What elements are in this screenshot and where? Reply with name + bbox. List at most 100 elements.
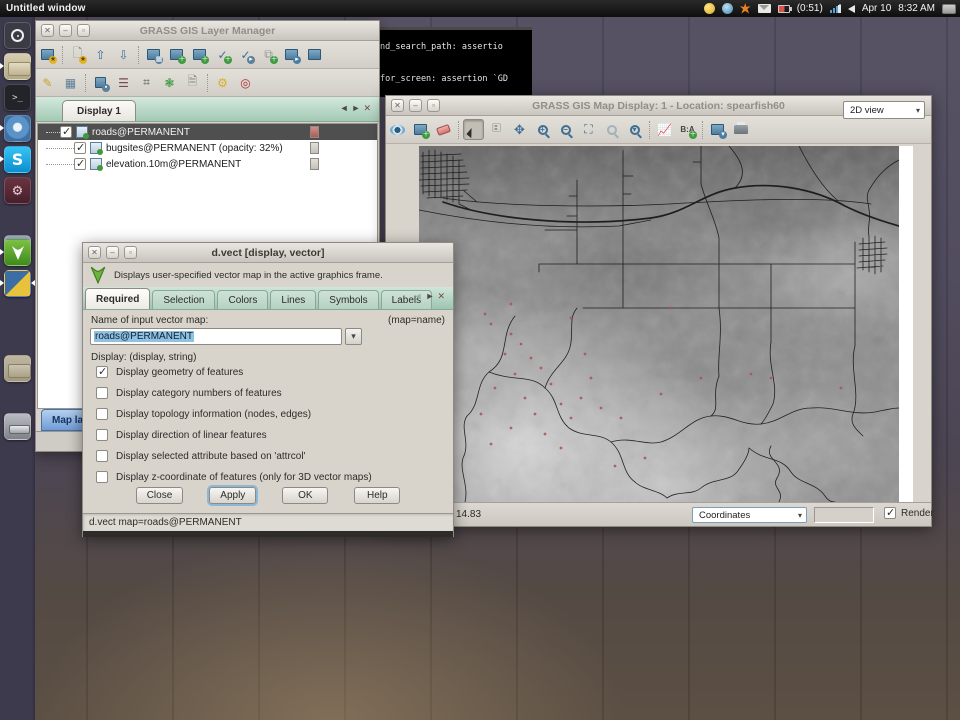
apply-button[interactable]: Apply <box>209 487 256 504</box>
checkbox-topology[interactable] <box>96 408 108 420</box>
add-multiple-layers-icon[interactable]: ▦ <box>143 44 164 65</box>
display-map-icon[interactable] <box>387 119 408 140</box>
view-mode-select[interactable]: 2D view ▾ <box>843 101 925 119</box>
grass-gis-launcher[interactable] <box>4 239 31 266</box>
tab-display-1[interactable]: Display 1 <box>62 100 136 121</box>
graphical-modeler-icon[interactable]: ❃ <box>159 72 180 93</box>
tab-close-icon[interactable]: ✕ <box>437 291 448 301</box>
tab-selection[interactable]: Selection <box>152 290 215 309</box>
tab-next-icon[interactable]: ► <box>352 103 364 113</box>
checkbox-direction[interactable] <box>96 429 108 441</box>
erase-icon[interactable] <box>433 119 454 140</box>
add-text-icon[interactable]: B:A＋ <box>677 119 698 140</box>
maximize-icon[interactable]: ▫ <box>427 99 440 112</box>
clock-icon[interactable] <box>704 3 715 14</box>
zoom-last-icon[interactable] <box>601 119 622 140</box>
dvect-titlebar[interactable]: d.vect [display, vector] ✕ ‒ ▫ <box>83 243 453 263</box>
load-map-icon[interactable]: ⇧ <box>90 44 111 65</box>
open-workspace-icon[interactable]: 🗋★ <box>67 44 88 65</box>
new-workspace-icon[interactable]: ★ <box>37 44 58 65</box>
panel-date[interactable]: Apr 10 <box>862 3 891 14</box>
disk-utility-launcher[interactable] <box>4 413 31 440</box>
tab-colors[interactable]: Colors <box>217 290 268 309</box>
minimize-icon[interactable]: ‒ <box>409 99 422 112</box>
combo-dropdown-icon[interactable]: ▾ <box>345 328 362 345</box>
zoom-out-icon[interactable]: − <box>555 119 576 140</box>
pointer-icon[interactable] <box>463 119 484 140</box>
tab-close-icon[interactable]: ✕ <box>363 103 374 113</box>
close-icon[interactable]: ✕ <box>391 99 404 112</box>
notification-star-icon[interactable] <box>740 3 751 14</box>
checkbox-category[interactable] <box>96 387 108 399</box>
script-icon[interactable]: 🗎 <box>182 72 203 93</box>
volume-icon[interactable] <box>848 5 855 13</box>
layer-checkbox[interactable] <box>60 126 72 138</box>
files-launcher[interactable] <box>4 53 31 80</box>
help-button[interactable]: Help <box>354 487 400 504</box>
checkbox-attribute[interactable] <box>96 450 108 462</box>
layer-row-roads[interactable]: roads@PERMANENT <box>38 124 377 140</box>
analyze-icon[interactable]: 📈 <box>654 119 675 140</box>
save-display-icon[interactable]: ▾ <box>707 119 728 140</box>
map-input-combo[interactable]: roads@PERMANENT <box>90 328 342 345</box>
ok-button[interactable]: OK <box>282 487 328 504</box>
panel-time[interactable]: 8:32 AM <box>898 3 935 14</box>
add-group-icon[interactable]: ⧉＋ <box>258 44 279 65</box>
minimize-icon[interactable]: ‒ <box>106 246 119 259</box>
layer-checkbox[interactable] <box>74 142 86 154</box>
checkbox-zcoord[interactable] <box>96 471 108 483</box>
skype-launcher[interactable]: S <box>4 146 31 173</box>
add-raster-misc-icon[interactable]: ＋ <box>189 44 210 65</box>
close-icon[interactable]: ✕ <box>41 24 54 37</box>
raster-calculator-icon[interactable]: ▪ <box>90 72 111 93</box>
network-icon[interactable] <box>722 3 733 14</box>
print-icon[interactable] <box>730 119 751 140</box>
add-raster-layer-icon[interactable]: ＋ <box>166 44 187 65</box>
system-tool-launcher[interactable]: ⚙ <box>4 177 31 204</box>
terminal-window[interactable]: nd_search_path: assertio for_screen: ass… <box>380 27 532 97</box>
python-launcher[interactable] <box>4 270 31 297</box>
add-vector-layer-icon[interactable]: ✓＋ <box>212 44 233 65</box>
zoom-options-icon[interactable]: ▾ <box>624 119 645 140</box>
folder-launcher[interactable] <box>4 355 31 382</box>
tab-lines[interactable]: Lines <box>270 290 316 309</box>
tab-symbols[interactable]: Symbols <box>318 290 378 309</box>
maximize-icon[interactable]: ▫ <box>77 24 90 37</box>
layer-checkbox[interactable] <box>74 158 86 170</box>
layer-manager-titlebar[interactable]: GRASS GIS Layer Manager ✕ ‒ ▫ <box>36 21 379 41</box>
tab-required[interactable]: Required <box>85 288 150 309</box>
edit-vector-icon[interactable]: ✎ <box>37 72 58 93</box>
tab-next-icon[interactable]: ► <box>426 291 438 301</box>
render-toggle[interactable]: Render <box>884 507 934 519</box>
mail-icon[interactable] <box>758 4 771 13</box>
layer-row-button[interactable] <box>310 142 319 154</box>
save-workspace-icon[interactable]: ⇩ <box>113 44 134 65</box>
map-canvas[interactable] <box>419 146 913 504</box>
modeler-icon[interactable]: ☰ <box>113 72 134 93</box>
layer-row-button[interactable] <box>310 158 319 170</box>
pan-icon[interactable]: ✥ <box>509 119 530 140</box>
layer-row-bugsites[interactable]: bugsites@PERMANENT (opacity: 32%) <box>38 140 377 156</box>
chromium-launcher[interactable] <box>4 115 31 142</box>
dash-home-button[interactable] <box>4 22 31 49</box>
remove-layer-icon[interactable] <box>304 44 325 65</box>
settings-gear-icon[interactable]: ⚙ <box>212 72 233 93</box>
tab-prev-icon[interactable]: ◄ <box>414 291 426 301</box>
maximize-icon[interactable]: ▫ <box>124 246 137 259</box>
terminal-launcher[interactable]: >_ <box>4 84 31 111</box>
checkbox-geometry[interactable] <box>96 366 108 378</box>
statusbar-mode-select[interactable]: Coordinates ▾ <box>692 507 807 523</box>
close-icon[interactable]: ✕ <box>88 246 101 259</box>
zoom-extent-icon[interactable]: ⛶ <box>578 119 599 140</box>
zoom-in-icon[interactable]: + <box>532 119 553 140</box>
attribute-table-icon[interactable]: ▦ <box>60 72 81 93</box>
tab-prev-icon[interactable]: ◄ <box>340 103 352 113</box>
render-checkbox[interactable] <box>884 507 896 519</box>
help-icon[interactable]: ◎ <box>235 72 256 93</box>
layer-row-elevation[interactable]: elevation.10m@PERMANENT <box>38 156 377 172</box>
battery-icon[interactable] <box>778 5 790 13</box>
add-map-layer-icon[interactable]: ＋ <box>410 119 431 140</box>
layer-row-button[interactable] <box>310 126 319 138</box>
georectifier-icon[interactable]: ⌗ <box>136 72 157 93</box>
session-icon[interactable] <box>942 4 956 14</box>
